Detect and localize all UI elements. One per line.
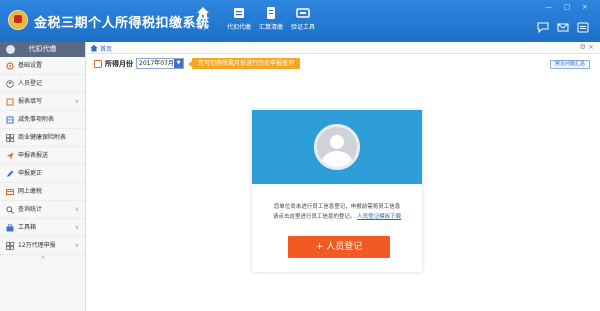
faq-button[interactable]: 常见问题汇总 [549, 60, 590, 69]
search-icon [6, 206, 14, 214]
register-prompt-card: 您单位尚未进行员工信息登记，申报前需将员工信息 请点击这里进行员工信息的登记。 … [252, 110, 422, 272]
sidebar-item-online-pay[interactable]: 网上缴税 [0, 183, 85, 201]
sidebar-item-label: 减免事项附表 [18, 116, 55, 123]
card-banner [252, 110, 422, 184]
home-icon [90, 44, 98, 52]
breadcrumb: 首页 ⚙ × [86, 42, 600, 54]
avatar-icon [314, 124, 360, 170]
chevron-down-icon: ∨ [74, 224, 79, 231]
user-icon [6, 45, 15, 54]
nav-tools[interactable]: 验证工具 [280, 6, 326, 40]
chat-icon[interactable] [537, 22, 549, 33]
sidebar-header: 代扣代缴 [0, 42, 85, 57]
settlement-icon [267, 7, 275, 19]
home-icon [197, 7, 209, 19]
close-button[interactable]: × [582, 3, 588, 11]
pay-icon [6, 189, 14, 195]
sidebar-collapse-button[interactable]: « [0, 254, 86, 266]
sidebar-item-label: 查询统计 [18, 206, 43, 213]
filter-bar: 所得月份 2017年07月 ▼ 您可切换所属月份进行历史申报查询 常见问题汇总 [86, 54, 600, 74]
menu-icon[interactable] [577, 22, 589, 33]
period-select[interactable]: 2017年07月 ▼ [136, 58, 184, 69]
sidebar-item-label: 商业健康保险附表 [18, 134, 67, 141]
sidebar-item-report-submit[interactable]: 申报表报送 [0, 147, 85, 165]
sidebar-item-label: 申报更正 [18, 170, 43, 177]
chevron-down-icon: ∨ [74, 98, 79, 105]
nav-tools-label: 验证工具 [290, 24, 315, 31]
withholding-icon [234, 8, 244, 18]
breadcrumb-home[interactable]: 首页 [100, 44, 112, 53]
table-icon [6, 116, 14, 124]
sidebar-item-reduction-schedule[interactable]: 减免事项附表 [0, 111, 85, 129]
sidebar-item-label: 工具箱 [18, 224, 37, 231]
sidebar-item-label: 人员登记 [18, 80, 43, 87]
sidebar-item-health-insurance[interactable]: 商业健康保险附表 [0, 129, 85, 147]
sidebar-item-label: 基础设置 [18, 62, 43, 69]
sidebar-item-report-fill[interactable]: 报表填写 ∨ [0, 93, 85, 111]
card-message-line2: 请点击这里进行员工信息的登记。 [272, 214, 356, 220]
maximize-button[interactable]: □ [564, 3, 571, 11]
sidebar-item-label: 12万代理申报 [18, 242, 56, 249]
sidebar-title: 代扣代缴 [28, 45, 57, 53]
tab-close-icon[interactable]: ⚙ × [580, 43, 594, 51]
minimize-button[interactable]: — [545, 3, 552, 11]
settings-icon [6, 62, 14, 70]
sidebar-item-report-correction[interactable]: 申报更正 [0, 165, 85, 183]
sidebar-item-agent-report[interactable]: 12万代理申报 ∨ [0, 237, 85, 255]
period-label: 所得月份 [105, 60, 133, 68]
mail-icon[interactable] [557, 22, 569, 33]
calendar-icon [94, 60, 102, 68]
period-value: 2017年07月 [139, 60, 174, 67]
chevron-down-icon: ∨ [74, 206, 79, 213]
chevron-down-icon: ∨ [74, 242, 79, 249]
sidebar-item-label: 报表填写 [18, 98, 43, 105]
tools-icon [296, 8, 310, 18]
sidebar-item-person-register[interactable]: 人员登记 [0, 75, 85, 93]
sidebar-item-label: 网上缴税 [18, 188, 43, 195]
sidebar-item-toolbox[interactable]: 工具箱 ∨ [0, 219, 85, 237]
register-person-button[interactable]: + 人员登记 [288, 236, 390, 258]
form-icon [6, 98, 14, 106]
header-bar: 金税三期个人所得税扣缴系统 首页 代扣代缴 汇算清缴 验证工具 — □ × [0, 0, 600, 42]
calendar-dropdown-icon[interactable]: ▼ [174, 59, 183, 68]
template-download-link[interactable]: 人员登记模板下载 [357, 214, 401, 220]
agent-icon [6, 242, 14, 250]
toolbox-icon [6, 224, 14, 232]
sidebar-item-query-stats[interactable]: 查询统计 ∨ [0, 201, 85, 219]
edit-icon [7, 170, 14, 177]
card-message: 您单位尚未进行员工信息登记，申报前需将员工信息 请点击这里进行员工信息的登记。 … [262, 202, 412, 222]
sidebar: 代扣代缴 基础设置 人员登记 报表填写 ∨ 减免事项附表 商业健康保险附表 申报… [0, 42, 86, 311]
period-tip: 您可切换所属月份进行历史申报查询 [187, 58, 301, 69]
app-window: 金税三期个人所得税扣缴系统 首页 代扣代缴 汇算清缴 验证工具 — □ × 代扣… [0, 0, 600, 311]
person-icon [6, 80, 14, 88]
grid-icon [6, 134, 14, 142]
card-message-line1: 您单位尚未进行员工信息登记，申报前需将员工信息 [273, 204, 401, 210]
sidebar-item-basic-settings[interactable]: 基础设置 [0, 57, 85, 75]
sidebar-item-label: 申报表报送 [18, 152, 49, 159]
tax-emblem-icon [8, 10, 28, 30]
send-icon [6, 152, 14, 160]
